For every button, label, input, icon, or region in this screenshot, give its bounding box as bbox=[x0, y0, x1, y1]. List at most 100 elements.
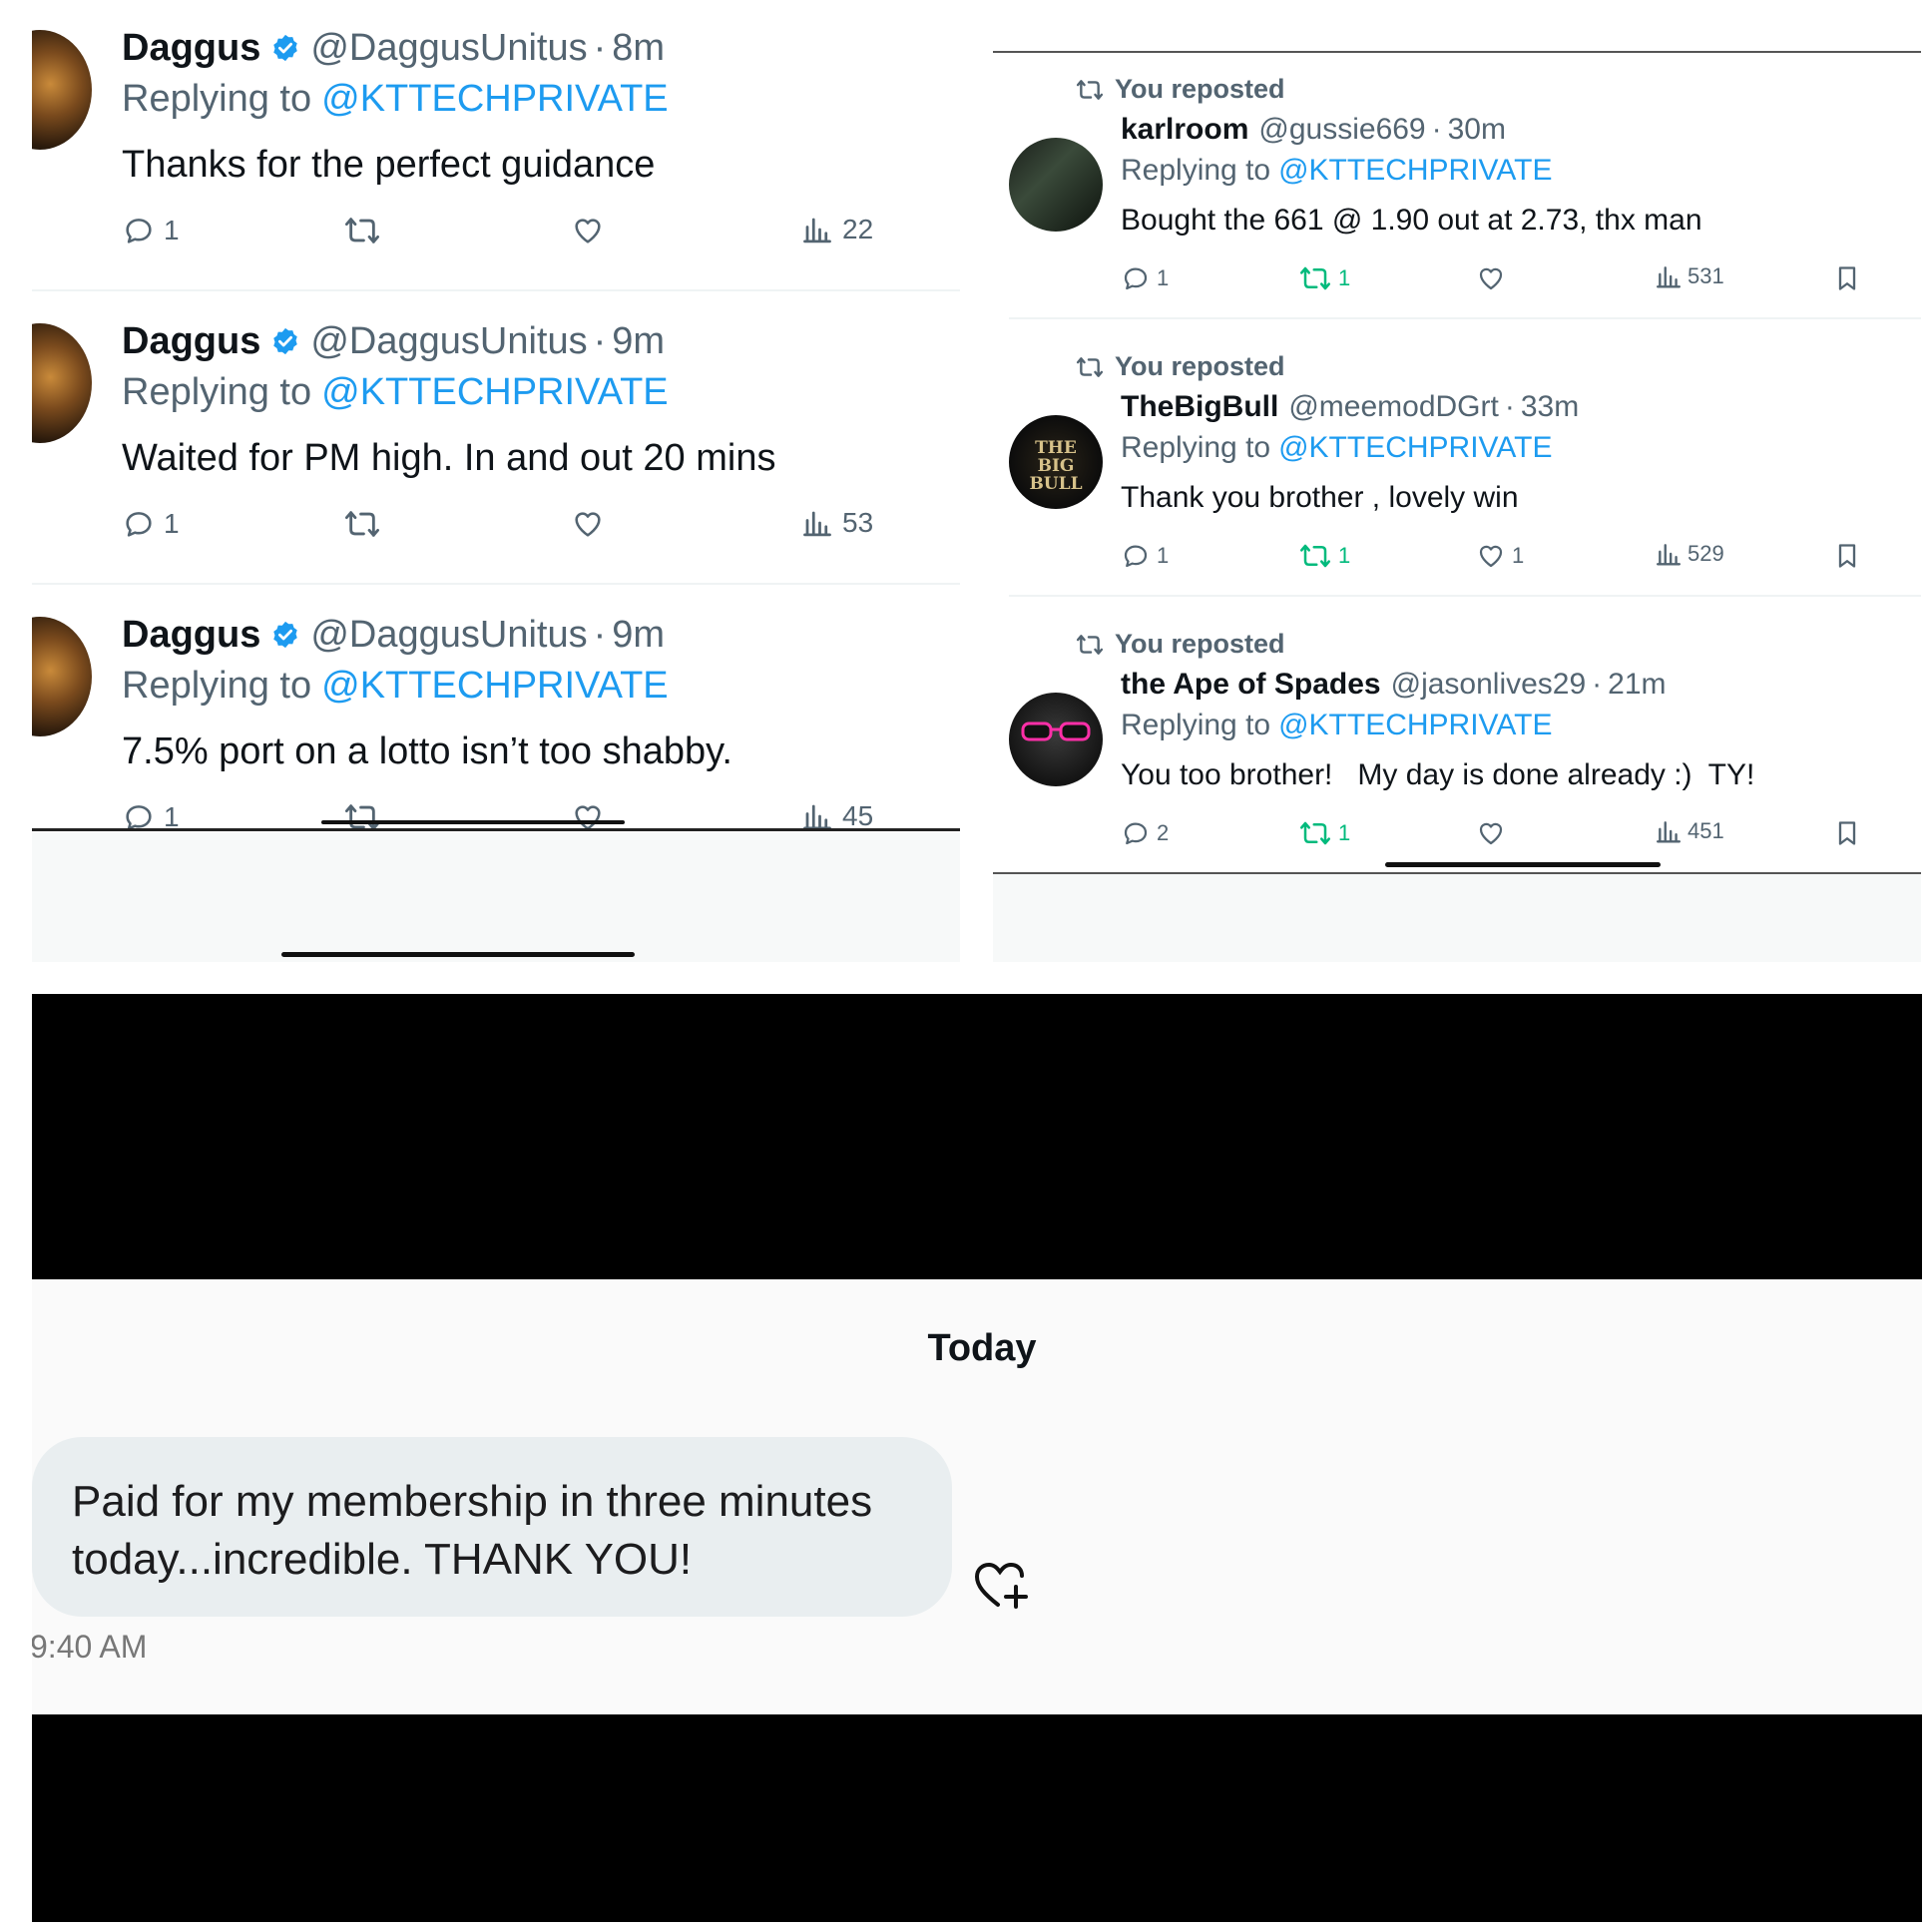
like-icon bbox=[1476, 541, 1506, 571]
repost-icon bbox=[1298, 818, 1332, 848]
author-name: TheBigBull bbox=[1121, 390, 1279, 423]
message-bubble[interactable]: Paid for my membership in three minutes … bbox=[32, 1437, 952, 1617]
repost-button[interactable] bbox=[343, 214, 381, 247]
verified-badge-icon bbox=[270, 326, 300, 356]
like-icon bbox=[571, 507, 605, 541]
views-icon bbox=[802, 215, 832, 244]
separator-dot: · bbox=[593, 26, 607, 69]
views-button[interactable]: 529 bbox=[1656, 541, 1724, 567]
home-indicator bbox=[321, 820, 625, 824]
replying-prefix: Replying to bbox=[1121, 709, 1271, 741]
reply-button[interactable]: 1 bbox=[122, 507, 180, 541]
views-button[interactable]: 531 bbox=[1656, 263, 1724, 289]
reply-button[interactable]: 1 bbox=[122, 214, 180, 247]
avatar[interactable] bbox=[32, 323, 92, 443]
tweet-text: Thanks for the perfect guidance bbox=[122, 144, 656, 186]
author-name: karlroom bbox=[1121, 113, 1249, 146]
separator-dot: · bbox=[1504, 390, 1515, 423]
avatar[interactable] bbox=[1009, 693, 1103, 786]
reply-button[interactable]: 1 bbox=[1121, 541, 1169, 571]
repost-small-icon bbox=[1075, 354, 1105, 380]
tweet[interactable]: Daggus @DaggusUnitus · 9m Replying to @KTTECH… bbox=[32, 317, 960, 611]
post-time: 8m bbox=[612, 26, 666, 69]
like-count: 1 bbox=[1512, 543, 1525, 568]
reply-count: 1 bbox=[1157, 265, 1170, 290]
view-count: 22 bbox=[842, 214, 874, 244]
repost-button[interactable]: 1 bbox=[1298, 818, 1350, 848]
repost-icon bbox=[1298, 263, 1332, 293]
like-button[interactable] bbox=[571, 507, 605, 541]
dm-screenshot-panel: Today Paid for my membership in three mi… bbox=[32, 994, 1922, 1922]
post-time: 9m bbox=[612, 613, 666, 656]
views-button[interactable]: 53 bbox=[802, 507, 873, 539]
separator-dot: · bbox=[1431, 113, 1442, 146]
tweet-header: the Ape of Spades @jasonlives29 · 21m bbox=[1121, 663, 1667, 707]
tweet-actions: 2 1 451 bbox=[993, 818, 1921, 866]
replying-to: Replying to @KTTECHPRIVATE bbox=[1121, 154, 1552, 188]
repost-label: You reposted bbox=[1115, 351, 1285, 381]
replying-prefix: Replying to bbox=[1121, 431, 1271, 464]
tweet[interactable]: You reposted THE BIG BULL TheBigBull @meemo… bbox=[993, 341, 1921, 619]
tweet[interactable]: You reposted karlroom @gussie669 · 30m Replyi… bbox=[993, 64, 1921, 341]
replying-to: Replying to @KTTECHPRIVATE bbox=[1121, 431, 1552, 465]
bookmark-icon bbox=[1833, 541, 1861, 571]
views-icon bbox=[1656, 541, 1682, 567]
mention-link[interactable]: @KTTECHPRIVATE bbox=[1278, 154, 1552, 188]
home-indicator bbox=[1385, 862, 1661, 867]
bookmark-button[interactable] bbox=[1833, 263, 1861, 293]
mention-link[interactable]: @KTTECHPRIVATE bbox=[1278, 709, 1552, 742]
avatar[interactable] bbox=[32, 30, 92, 150]
tweet[interactable]: You reposted the Ape of Spades @jasonlives… bbox=[993, 619, 1921, 896]
avatar[interactable] bbox=[32, 617, 92, 736]
bookmark-icon bbox=[1833, 818, 1861, 848]
repost-context: You reposted bbox=[1075, 351, 1285, 382]
views-button[interactable]: 451 bbox=[1656, 818, 1724, 844]
handle-time: @DaggusUnitus · 9m bbox=[310, 614, 665, 657]
author-name: Daggus bbox=[122, 613, 261, 656]
repost-button[interactable]: 1 bbox=[1298, 263, 1350, 293]
repost-label: You reposted bbox=[1115, 74, 1285, 104]
repost-icon bbox=[343, 214, 381, 247]
bookmark-button[interactable] bbox=[1833, 541, 1861, 571]
repost-count: 1 bbox=[1338, 543, 1351, 568]
home-indicator bbox=[281, 952, 635, 957]
reply-button[interactable]: 1 bbox=[1121, 263, 1169, 293]
like-button[interactable] bbox=[571, 214, 605, 247]
avatar[interactable] bbox=[1009, 138, 1103, 232]
views-button[interactable]: 22 bbox=[802, 214, 873, 245]
bookmark-button[interactable] bbox=[1833, 818, 1861, 848]
mention-link[interactable]: @KTTECHPRIVATE bbox=[321, 78, 669, 121]
repost-small-icon bbox=[1075, 632, 1105, 658]
avatar[interactable]: THE BIG BULL bbox=[1009, 415, 1103, 509]
mention-link[interactable]: @KTTECHPRIVATE bbox=[321, 665, 669, 708]
repost-count: 1 bbox=[1338, 820, 1351, 845]
post-time: 33m bbox=[1520, 390, 1580, 423]
tweet-text: 7.5% port on a lotto isn’t too shabby. bbox=[122, 730, 732, 772]
view-count: 53 bbox=[842, 507, 874, 538]
author-handle: @meemodDGrt bbox=[1288, 390, 1499, 423]
right-footer-area bbox=[993, 874, 1921, 962]
reply-count: 1 bbox=[164, 508, 180, 539]
react-heart-icon[interactable] bbox=[974, 1561, 1030, 1611]
like-icon bbox=[571, 214, 605, 247]
repost-button[interactable]: 1 bbox=[1298, 541, 1350, 571]
mention-link[interactable]: @KTTECHPRIVATE bbox=[1278, 431, 1552, 465]
right-screenshot-panel: You reposted karlroom @gussie669 · 30m Replyi… bbox=[993, 24, 1921, 962]
like-button[interactable] bbox=[1476, 263, 1512, 293]
author-handle: @DaggusUnitus bbox=[310, 26, 588, 69]
like-button[interactable]: 1 bbox=[1476, 541, 1524, 571]
separator-dot: · bbox=[593, 319, 607, 362]
like-button[interactable] bbox=[1476, 818, 1512, 848]
tweet[interactable]: Daggus @DaggusUnitus · 8m Replying to @KTTECH… bbox=[32, 24, 960, 317]
reply-button[interactable]: 2 bbox=[1121, 818, 1169, 848]
redaction-bar-top bbox=[32, 994, 1922, 1279]
reply-icon bbox=[1121, 263, 1151, 293]
tweet-text: Thank you brother , lovely win bbox=[1121, 481, 1519, 514]
post-time: 21m bbox=[1608, 668, 1667, 701]
top-divider bbox=[993, 51, 1921, 53]
author-handle: @DaggusUnitus bbox=[310, 613, 588, 656]
repost-button[interactable] bbox=[343, 507, 381, 541]
reply-count: 2 bbox=[1157, 820, 1170, 845]
mention-link[interactable]: @KTTECHPRIVATE bbox=[321, 371, 669, 414]
repost-label: You reposted bbox=[1115, 629, 1285, 659]
